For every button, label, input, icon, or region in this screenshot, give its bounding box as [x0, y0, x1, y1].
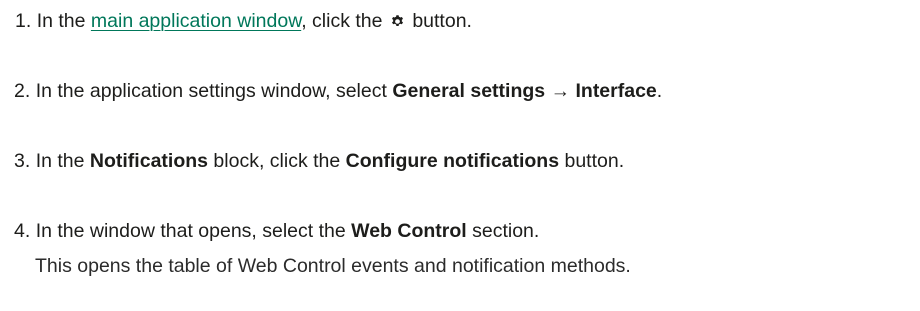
step-text: block, click the: [213, 150, 341, 172]
ui-term: Web Control: [351, 220, 467, 242]
main-window-link[interactable]: main application window: [91, 10, 301, 32]
step-text: In the: [36, 10, 86, 32]
ui-term: Notifications: [89, 150, 208, 172]
step-number: 2.: [14, 80, 31, 102]
step-number: 3.: [14, 150, 31, 172]
step-text: In the window that opens, select the: [35, 220, 346, 242]
step-text: In the: [35, 150, 85, 172]
step-note: This opens the table of Web Control even…: [35, 255, 631, 277]
step-3: 3. In the Notifications block, click the…: [14, 148, 624, 174]
step-text: section.: [472, 220, 540, 242]
ui-term: General settings: [392, 80, 546, 102]
arrow-separator: →: [550, 80, 571, 102]
ui-term: Configure notifications: [345, 150, 560, 172]
step-number: 1.: [15, 10, 32, 32]
step-text: In the application settings window, sele…: [35, 80, 387, 102]
step-text: , click the: [301, 10, 383, 32]
step-number: 4.: [14, 220, 31, 242]
step-text: button.: [412, 10, 472, 32]
gear-icon: [390, 14, 405, 29]
instructions-list: 1. In the main application window, click…: [0, 0, 920, 311]
ui-term: Interface: [575, 80, 657, 102]
step-text: .: [656, 80, 663, 102]
step-1: 1. In the main application window, click…: [15, 8, 472, 34]
step-2: 2. In the application settings window, s…: [14, 78, 662, 104]
step-text: button.: [564, 150, 625, 172]
step-4: 4. In the window that opens, select the …: [14, 218, 539, 244]
